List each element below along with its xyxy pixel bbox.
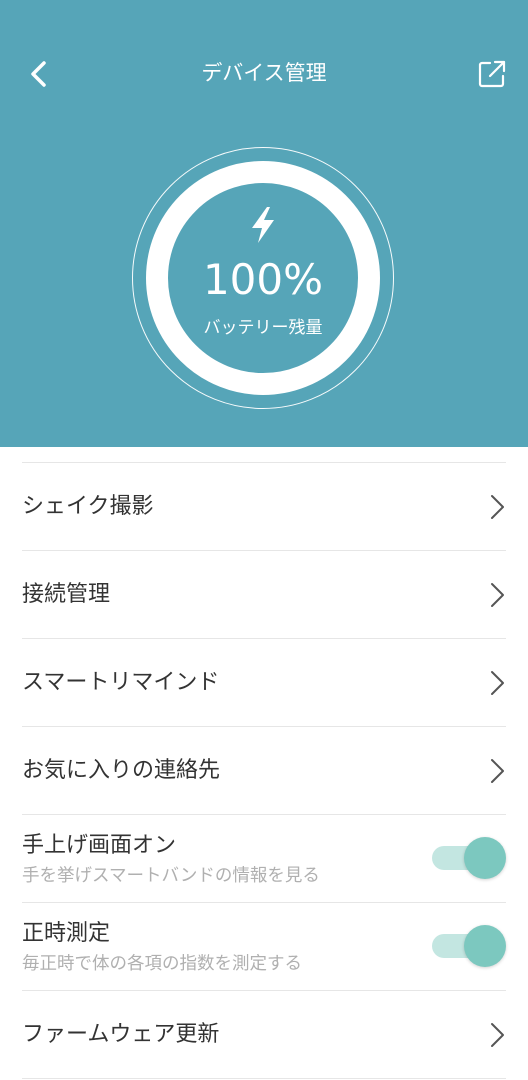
menu-item-label: 接続管理 bbox=[22, 582, 111, 607]
menu-item-firmware-update[interactable]: ファームウェア更新 bbox=[22, 991, 506, 1079]
menu-item-label: ファームウェア更新 bbox=[22, 1022, 220, 1047]
menu-item-raise-to-wake: 手上げ画面オン 手を挙げスマートバンドの情報を見る bbox=[22, 815, 506, 903]
menu-item-shake-photo[interactable]: シェイク撮影 bbox=[22, 463, 506, 551]
menu-item-connection[interactable]: 接続管理 bbox=[22, 551, 506, 639]
hourly-measure-title: 正時測定 bbox=[22, 921, 111, 946]
chevron-right-icon bbox=[491, 759, 504, 783]
battery-percentage: 100% bbox=[202, 255, 324, 304]
toggle-knob bbox=[464, 925, 506, 967]
raise-to-wake-description: 手を挙げスマートバンドの情報を見る bbox=[22, 866, 320, 886]
menu-item-label: シェイク撮影 bbox=[22, 494, 154, 519]
menu-item-label: スマートリマインド bbox=[22, 670, 220, 695]
menu-item-smart-remind[interactable]: スマートリマインド bbox=[22, 639, 506, 727]
chevron-right-icon bbox=[491, 583, 504, 607]
lightning-bolt-icon bbox=[252, 207, 274, 243]
settings-list: シェイク撮影 接続管理 スマートリマインド お気に入りの連絡先 手上げ画面オン … bbox=[22, 462, 506, 1079]
raise-to-wake-toggle[interactable] bbox=[432, 837, 506, 879]
chevron-right-icon bbox=[491, 671, 504, 695]
menu-item-favorite-contacts[interactable]: お気に入りの連絡先 bbox=[22, 727, 506, 815]
chevron-right-icon bbox=[491, 495, 504, 519]
battery-label: バッテリー残量 bbox=[203, 318, 323, 338]
page-title: デバイス管理 bbox=[201, 61, 327, 85]
share-button[interactable] bbox=[472, 54, 512, 94]
menu-item-label: お気に入りの連絡先 bbox=[22, 758, 221, 783]
menu-item-hourly-measure: 正時測定 毎正時で体の各項の指数を測定する bbox=[22, 903, 506, 991]
toggle-knob bbox=[464, 837, 506, 879]
raise-to-wake-title: 手上げ画面オン bbox=[22, 833, 177, 858]
chevron-right-icon bbox=[491, 1023, 504, 1047]
header-panel: デバイス管理 100% バッテリー残量 bbox=[0, 0, 528, 447]
external-link-icon bbox=[478, 60, 506, 88]
hourly-measure-description: 毎正時で体の各項の指数を測定する bbox=[22, 954, 302, 974]
hourly-measure-toggle[interactable] bbox=[432, 925, 506, 967]
